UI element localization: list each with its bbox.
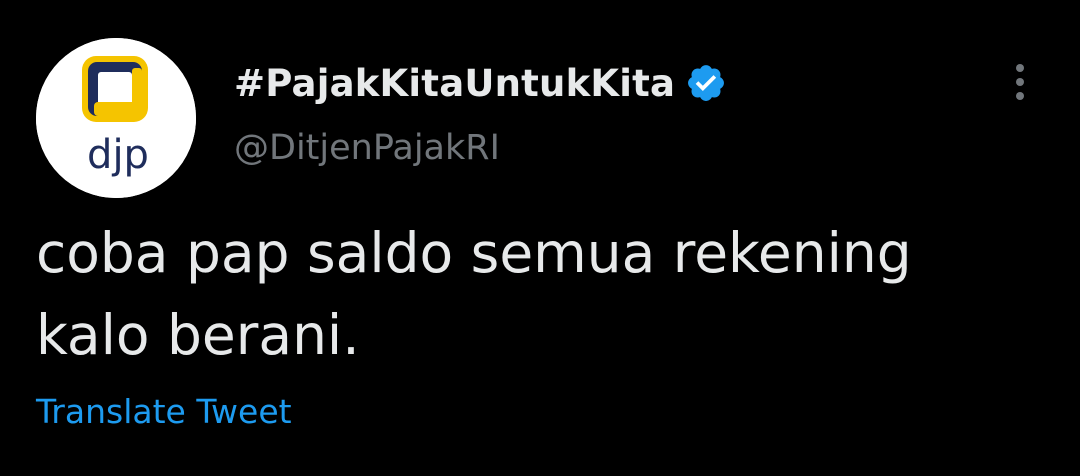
djp-logo-icon: djp bbox=[36, 38, 196, 198]
verified-badge-icon bbox=[685, 62, 727, 104]
tweet-card: djp #PajakKitaUntukKita @DitjenPajakRI c… bbox=[0, 0, 1080, 476]
tweet-text: coba pap saldo semua rekening kalo beran… bbox=[36, 221, 912, 367]
username-handle[interactable]: @DitjenPajakRI bbox=[234, 128, 727, 168]
svg-text:djp: djp bbox=[87, 132, 149, 178]
display-name[interactable]: #PajakKitaUntukKita bbox=[234, 62, 675, 105]
translate-tweet-link[interactable]: Translate Tweet bbox=[36, 392, 292, 431]
avatar[interactable]: djp bbox=[36, 38, 196, 198]
tweet-author: #PajakKitaUntukKita @DitjenPajakRI bbox=[234, 58, 727, 168]
display-name-row: #PajakKitaUntukKita bbox=[234, 58, 727, 108]
more-vertical-icon[interactable] bbox=[1004, 60, 1036, 100]
